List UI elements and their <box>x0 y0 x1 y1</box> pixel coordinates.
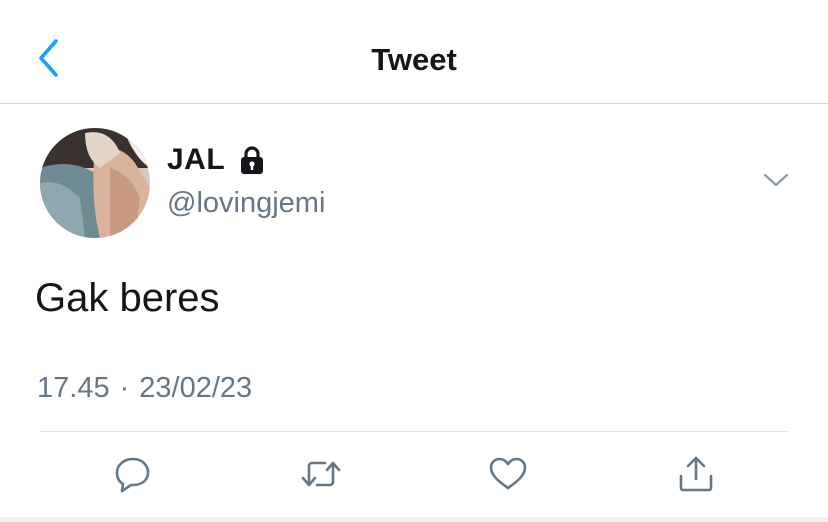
share-icon <box>676 454 716 499</box>
divider <box>40 431 788 432</box>
chevron-down-icon <box>763 172 789 193</box>
more-options-button[interactable] <box>760 166 792 198</box>
like-button[interactable] <box>484 452 532 500</box>
tweet-date: 23/02/23 <box>139 372 253 404</box>
bottom-separator <box>0 517 828 522</box>
tweet-timestamp: 17.45 · 23/02/23 <box>37 368 252 408</box>
share-button[interactable] <box>672 452 720 500</box>
tweet-action-bar <box>0 448 828 504</box>
page-title: Tweet <box>371 42 457 77</box>
avatar[interactable] <box>40 128 150 238</box>
reply-icon <box>113 454 153 499</box>
lock-icon <box>237 144 267 176</box>
heart-icon <box>488 454 528 499</box>
reply-button[interactable] <box>109 452 157 500</box>
tweet-detail-screen: Tweet JAL @lovingjemi Gak beres 17.45 · … <box>0 0 828 522</box>
tweet-text: Gak beres <box>35 276 220 320</box>
display-name[interactable]: JAL <box>167 143 225 177</box>
user-handle[interactable]: @lovingjemi <box>167 184 325 222</box>
navigation-bar: Tweet <box>0 0 828 104</box>
tweet-time: 17.45 <box>37 372 110 404</box>
retweet-icon <box>299 454 343 499</box>
timestamp-separator: · <box>119 372 130 404</box>
tweet-author-header: JAL @lovingjemi <box>0 104 828 254</box>
retweet-button[interactable] <box>297 452 345 500</box>
display-name-row: JAL <box>167 140 267 180</box>
